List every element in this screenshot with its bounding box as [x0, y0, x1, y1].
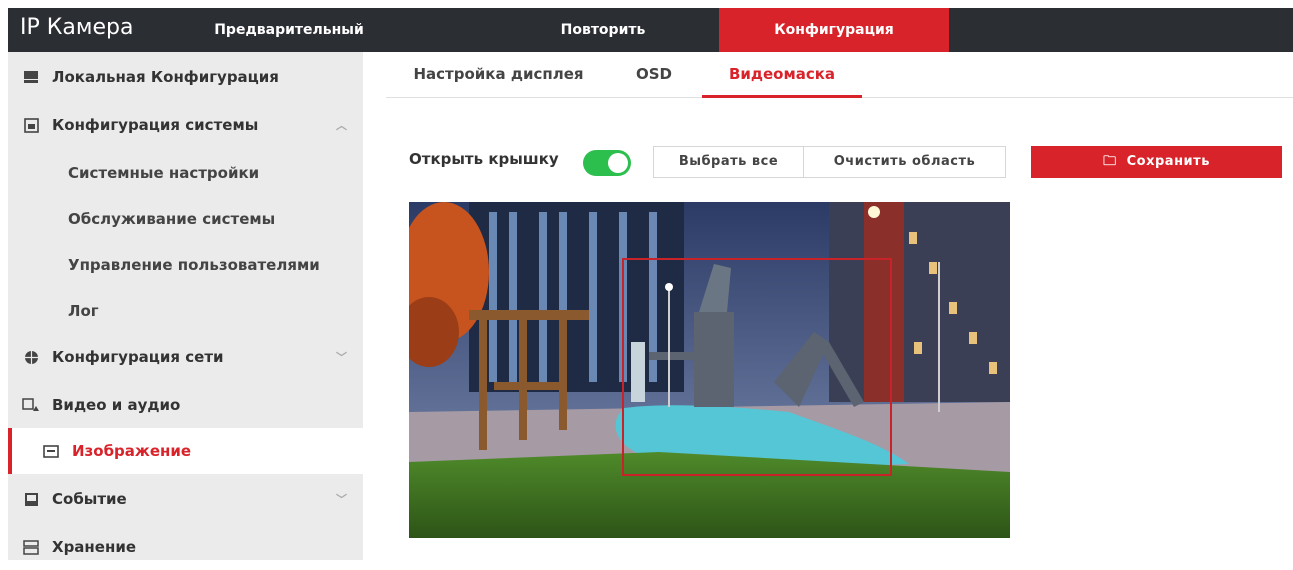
chevron-up-icon[interactable]: ︿: [336, 117, 347, 133]
sidebar-item-user-management[interactable]: Управление пользователями: [8, 242, 363, 288]
sidebar-item-system-settings[interactable]: Системные настройки: [8, 150, 363, 196]
top-navigation-bar: IP Камера Предварительный просмотр Повто…: [8, 8, 1293, 82]
image-icon: [42, 442, 60, 460]
cover-label: Открыть крышку: [409, 150, 559, 168]
tab-display-settings[interactable]: Настройка дисплея: [386, 52, 611, 98]
sidebar-item-label: Системные настройки: [68, 164, 260, 182]
nav-preview[interactable]: Предварительный просмотр: [194, 8, 384, 82]
sidebar-item-label: Управление пользователями: [68, 256, 320, 274]
video-audio-icon: [22, 396, 40, 414]
sidebar-item-label: Изображение: [72, 442, 192, 460]
sidebar-item-label: Лог: [68, 302, 99, 320]
save-label: Сохранить: [1126, 154, 1210, 169]
active-indicator: [8, 428, 12, 474]
sidebar-item-label: Обслуживание системы: [68, 210, 276, 228]
sidebar-item-image[interactable]: Изображение: [8, 428, 363, 474]
sidebar-item-label: Хранение: [52, 538, 137, 556]
clear-area-button[interactable]: Очистить область: [803, 146, 1006, 178]
chevron-down-icon[interactable]: ﹀: [336, 349, 347, 365]
monitor-icon: [22, 68, 40, 86]
sidebar-item-label: Конфигурация сети: [52, 348, 224, 366]
config-tabs: Настройка дисплея OSD Видеомаска: [386, 52, 1293, 98]
system-config-icon: [22, 116, 40, 134]
select-all-button[interactable]: Выбрать все: [653, 146, 804, 178]
folder-icon: 🗀: [1103, 154, 1127, 169]
cover-toggle[interactable]: [583, 150, 631, 176]
app-title: IP Камера: [20, 15, 134, 40]
sidebar-item-maintenance[interactable]: Обслуживание системы: [8, 196, 363, 242]
sidebar-item-local-config[interactable]: Локальная Конфигурация: [8, 54, 363, 100]
toggle-knob: [608, 153, 628, 173]
sidebar: Локальная Конфигурация Конфигурация сист…: [8, 52, 363, 560]
save-button[interactable]: 🗀 Сохранить: [1031, 146, 1282, 178]
tab-video-mask[interactable]: Видеомаска: [702, 52, 862, 98]
tab-osd[interactable]: OSD: [624, 52, 684, 98]
sidebar-item-label: Конфигурация системы: [52, 116, 259, 134]
nav-playback[interactable]: Повторить: [538, 8, 668, 52]
sidebar-item-label: Событие: [52, 490, 127, 508]
sidebar-item-storage[interactable]: Хранение: [8, 524, 363, 570]
globe-icon: [22, 348, 40, 366]
sidebar-item-system-config[interactable]: Конфигурация системы ︿: [8, 102, 363, 148]
sidebar-item-label: Локальная Конфигурация: [52, 68, 279, 86]
nav-configuration[interactable]: Конфигурация: [719, 8, 949, 52]
sidebar-item-video-audio[interactable]: Видео и аудио: [8, 382, 363, 428]
sidebar-item-event[interactable]: Событие ﹀: [8, 476, 363, 522]
sidebar-item-label: Видео и аудио: [52, 396, 181, 414]
event-icon: [22, 490, 40, 508]
sidebar-item-network[interactable]: Конфигурация сети ﹀: [8, 334, 363, 380]
mask-area-rectangle[interactable]: [622, 258, 892, 476]
storage-icon: [22, 538, 40, 556]
sidebar-item-log[interactable]: Лог: [8, 288, 363, 334]
chevron-down-icon[interactable]: ﹀: [336, 491, 347, 507]
